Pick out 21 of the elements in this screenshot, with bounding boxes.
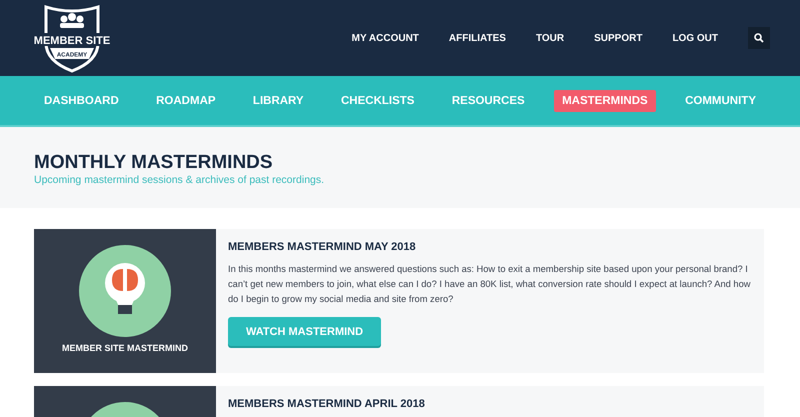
nav-tab[interactable]: MASTERMINDS — [554, 90, 656, 112]
page-subtitle: Upcoming mastermind sessions & archives of past recordings. — [34, 174, 326, 186]
nav-tab[interactable]: LIBRARY — [244, 90, 312, 112]
top-link[interactable]: LOG OUT — [672, 32, 718, 44]
search-button[interactable] — [748, 27, 770, 49]
top-link[interactable]: TOUR — [536, 32, 564, 44]
session-title: MEMBERS MASTERMIND MAY 2018 — [228, 241, 417, 253]
nav-tab[interactable]: COMMUNITY — [677, 90, 764, 112]
page-title: MONTHLY MASTERMINDS — [34, 152, 274, 174]
nav-tab[interactable]: CHECKLISTS — [332, 90, 422, 112]
top-link[interactable]: SUPPORT — [594, 32, 642, 44]
nav-tab[interactable]: RESOURCES — [444, 90, 533, 112]
nav-tab[interactable]: DASHBOARD — [36, 90, 127, 112]
search-icon — [754, 33, 764, 43]
session-description: In this months mastermind we answered questions such as: How to exit a membership site based upon your personal brand? I can’t get new members to join, what else can I do? I have an 80K list, what conversion rate should I expect at launch? And how do I begin to grow my social media and site from zero? — [228, 263, 752, 306]
top-link[interactable]: AFFILIATES — [448, 32, 506, 44]
watch-button[interactable]: WATCH MASTERMIND — [228, 317, 381, 346]
session-title: MEMBERS MASTERMIND APRIL 2018 — [228, 398, 425, 410]
nav-tab[interactable]: ROADMAP — [148, 90, 224, 112]
top-link[interactable]: MY ACCOUNT — [352, 32, 419, 44]
thumbnail-caption: MEMBER SITE MASTERMIND — [62, 343, 188, 353]
